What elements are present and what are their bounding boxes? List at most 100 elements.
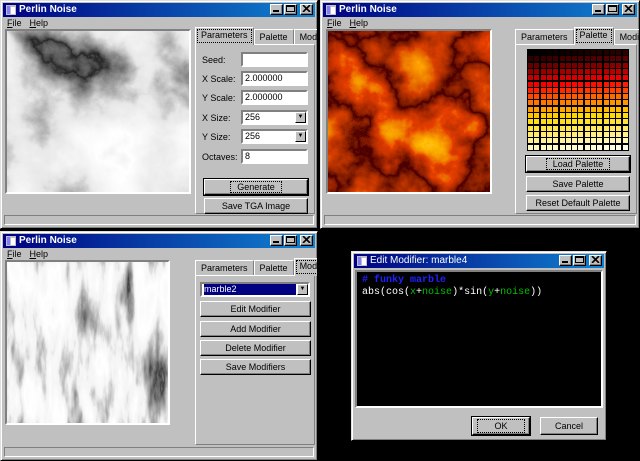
palette-swatch[interactable] xyxy=(572,144,578,150)
palette-swatch[interactable] xyxy=(534,50,540,55)
minimize-button[interactable] xyxy=(592,4,605,15)
palette-swatch[interactable] xyxy=(559,100,565,106)
xscale-input[interactable]: 2.000000 xyxy=(241,71,308,86)
palette-swatch[interactable] xyxy=(603,62,609,68)
palette-swatch[interactable] xyxy=(603,113,609,118)
palette-swatch[interactable] xyxy=(528,81,533,87)
palette-swatch[interactable] xyxy=(546,138,552,144)
palette-swatch[interactable] xyxy=(622,68,628,74)
palette-swatch[interactable] xyxy=(534,119,540,125)
palette-swatch[interactable] xyxy=(597,138,603,144)
palette-swatch[interactable] xyxy=(616,106,622,112)
palette-swatch[interactable] xyxy=(597,56,603,62)
tab-modifiers[interactable]: Modifiers xyxy=(293,258,317,276)
palette-swatch[interactable] xyxy=(572,62,578,68)
palette-swatch[interactable] xyxy=(584,131,590,137)
palette-swatch[interactable] xyxy=(546,87,552,93)
palette-swatch[interactable] xyxy=(609,75,615,81)
palette-swatch[interactable] xyxy=(565,100,571,106)
octaves-input[interactable]: 8 xyxy=(241,149,308,164)
palette-swatch[interactable] xyxy=(565,50,571,55)
palette-swatch[interactable] xyxy=(597,113,603,118)
palette-swatch[interactable] xyxy=(565,106,571,112)
palette-swatch[interactable] xyxy=(603,87,609,93)
palette-swatch[interactable] xyxy=(559,62,565,68)
save-modifiers-button[interactable]: Save Modifiers xyxy=(200,359,311,375)
palette-swatch[interactable] xyxy=(584,100,590,106)
palette-swatch[interactable] xyxy=(603,68,609,74)
palette-swatch[interactable] xyxy=(622,56,628,62)
palette-swatch[interactable] xyxy=(572,87,578,93)
palette-swatch[interactable] xyxy=(572,131,578,137)
palette-swatch[interactable] xyxy=(528,94,533,100)
palette-swatch[interactable] xyxy=(572,119,578,125)
palette-swatch[interactable] xyxy=(622,144,628,150)
palette-swatch[interactable] xyxy=(584,138,590,144)
palette-swatch[interactable] xyxy=(584,87,590,93)
generate-button[interactable]: Generate xyxy=(203,178,309,196)
palette-swatch[interactable] xyxy=(559,113,565,118)
palette-swatch[interactable] xyxy=(572,56,578,62)
palette-swatch[interactable] xyxy=(565,138,571,144)
palette-swatch[interactable] xyxy=(540,113,546,118)
palette-swatch[interactable] xyxy=(616,125,622,131)
palette-swatch[interactable] xyxy=(528,106,533,112)
palette-swatch[interactable] xyxy=(622,75,628,81)
palette-swatch[interactable] xyxy=(559,106,565,112)
palette-swatch[interactable] xyxy=(534,144,540,150)
palette-swatch[interactable] xyxy=(609,94,615,100)
palette-swatch[interactable] xyxy=(584,50,590,55)
title-bar[interactable]: Edit Modifier: marble4 xyxy=(354,254,604,268)
palette-swatch[interactable] xyxy=(578,50,584,55)
palette-swatch[interactable] xyxy=(584,81,590,87)
palette-swatch[interactable] xyxy=(591,75,596,81)
palette-swatch[interactable] xyxy=(565,56,571,62)
palette-swatch[interactable] xyxy=(616,81,622,87)
palette-swatch[interactable] xyxy=(609,87,615,93)
modifier-select[interactable]: marble2 ▼ xyxy=(200,282,310,297)
palette-swatch[interactable] xyxy=(553,106,559,112)
minimize-button[interactable] xyxy=(270,235,283,246)
palette-swatch[interactable] xyxy=(528,68,533,74)
palette-swatch[interactable] xyxy=(609,68,615,74)
palette-swatch[interactable] xyxy=(603,144,609,150)
palette-swatch[interactable] xyxy=(597,100,603,106)
palette-swatch[interactable] xyxy=(603,56,609,62)
palette-swatch[interactable] xyxy=(597,87,603,93)
palette-swatch[interactable] xyxy=(565,144,571,150)
palette-swatch[interactable] xyxy=(603,50,609,55)
palette-swatch[interactable] xyxy=(559,75,565,81)
load-palette-button[interactable]: Load Palette xyxy=(525,155,631,173)
palette-swatch[interactable] xyxy=(578,68,584,74)
palette-swatch[interactable] xyxy=(622,100,628,106)
palette-swatch[interactable] xyxy=(553,56,559,62)
palette-swatch[interactable] xyxy=(559,87,565,93)
palette-swatch[interactable] xyxy=(609,50,615,55)
palette-swatch[interactable] xyxy=(553,68,559,74)
palette-swatch[interactable] xyxy=(616,75,622,81)
palette-swatch[interactable] xyxy=(609,100,615,106)
palette-swatch[interactable] xyxy=(540,144,546,150)
palette-swatch[interactable] xyxy=(565,87,571,93)
edit-modifier-button[interactable]: Edit Modifier xyxy=(200,301,311,317)
yscale-input[interactable]: 2.000000 xyxy=(241,90,308,105)
palette-swatch[interactable] xyxy=(540,62,546,68)
palette-swatch[interactable] xyxy=(616,87,622,93)
palette-swatch[interactable] xyxy=(578,131,584,137)
ok-button[interactable]: OK xyxy=(471,416,531,436)
palette-swatch[interactable] xyxy=(616,144,622,150)
palette-swatch[interactable] xyxy=(603,75,609,81)
palette-swatch[interactable] xyxy=(553,138,559,144)
palette-swatch[interactable] xyxy=(534,138,540,144)
palette-swatch[interactable] xyxy=(572,125,578,131)
palette-swatch[interactable] xyxy=(565,81,571,87)
palette-swatch[interactable] xyxy=(546,131,552,137)
palette-swatch[interactable] xyxy=(597,106,603,112)
palette-swatch[interactable] xyxy=(540,94,546,100)
title-bar[interactable]: Perlin Noise xyxy=(3,234,315,248)
palette-swatch[interactable] xyxy=(597,68,603,74)
palette-swatch[interactable] xyxy=(591,119,596,125)
palette-swatch[interactable] xyxy=(616,100,622,106)
tab-parameters[interactable]: Parameters xyxy=(195,27,254,45)
palette-swatch[interactable] xyxy=(546,106,552,112)
